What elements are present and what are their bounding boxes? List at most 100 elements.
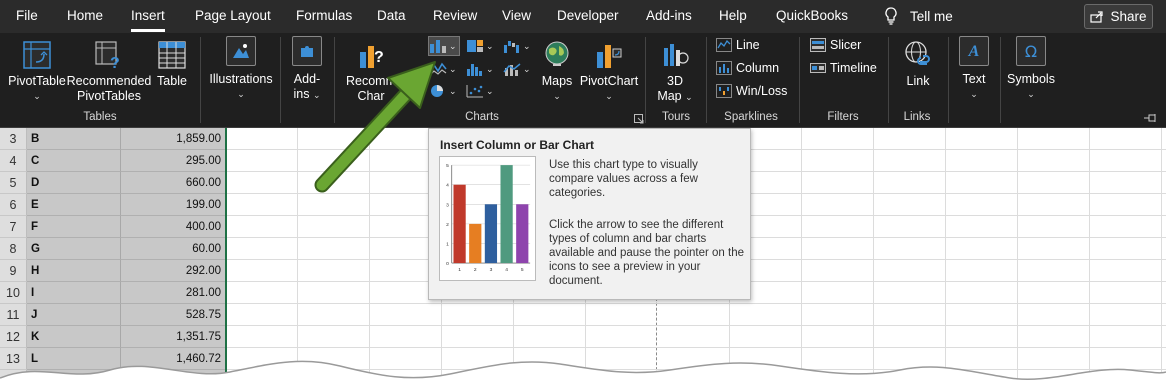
cell-label[interactable]: H bbox=[27, 260, 121, 282]
maps-label: Maps bbox=[541, 74, 573, 88]
cell-label[interactable]: K bbox=[27, 326, 121, 348]
share-label: Share bbox=[1110, 9, 1147, 24]
chevron-down-icon: ⌄ bbox=[33, 91, 41, 101]
row-header[interactable]: 10 bbox=[0, 282, 27, 304]
cell-value[interactable]: 295.00 bbox=[121, 150, 225, 172]
cell-value[interactable]: 199.00 bbox=[121, 194, 225, 216]
chevron-down-icon: ⌄ bbox=[970, 89, 978, 99]
tab-developer[interactable]: Developer bbox=[557, 8, 619, 23]
tab-review[interactable]: Review bbox=[433, 8, 477, 23]
cell-label[interactable]: C bbox=[27, 150, 121, 172]
tab-page-layout[interactable]: Page Layout bbox=[195, 8, 271, 23]
cell-label[interactable]: J bbox=[27, 304, 121, 326]
sparkline-winloss-button[interactable]: Win/Loss bbox=[716, 84, 787, 98]
chevron-down-icon: ⌄ bbox=[523, 63, 531, 74]
3d-map-line2: Map ⌄ bbox=[657, 89, 693, 103]
cell-label[interactable]: B bbox=[27, 128, 121, 150]
row-header[interactable]: 4 bbox=[0, 150, 27, 172]
3d-map-icon bbox=[664, 44, 689, 66]
group-label-links: Links bbox=[903, 111, 931, 123]
row-header[interactable]: 6 bbox=[0, 194, 27, 216]
ribbon: PivotTable ⌄ ? Recommended PivotTables T… bbox=[0, 33, 1166, 128]
tab-quickbooks[interactable]: QuickBooks bbox=[776, 8, 848, 23]
cell-value[interactable]: 660.00 bbox=[121, 172, 225, 194]
tab-formulas[interactable]: Formulas bbox=[296, 8, 352, 23]
bar bbox=[469, 223, 482, 264]
row-header[interactable]: 7 bbox=[0, 216, 27, 238]
y-tick-label: 0 bbox=[446, 261, 449, 267]
row-header[interactable]: 11 bbox=[0, 304, 27, 326]
row-header[interactable]: 5 bbox=[0, 172, 27, 194]
sparkline-column-button[interactable]: Column bbox=[716, 61, 779, 75]
recommended-pivot-icon: ? bbox=[95, 41, 120, 70]
combo-chart-icon bbox=[503, 63, 521, 76]
cell-value[interactable]: 1,351.75 bbox=[121, 326, 225, 348]
tab-view[interactable]: View bbox=[502, 8, 531, 23]
cell-value[interactable]: 1,859.00 bbox=[121, 128, 225, 150]
cell-value[interactable]: 281.00 bbox=[121, 282, 225, 304]
scatter-chart-button[interactable]: ⌄ bbox=[466, 82, 496, 100]
waterfall-chart-button[interactable]: ⌄ bbox=[503, 37, 533, 55]
hierarchy-chart-button[interactable]: ⌄ bbox=[466, 37, 496, 55]
slicer-icon bbox=[810, 38, 826, 52]
link-label: Link bbox=[906, 74, 930, 88]
cell-label[interactable]: D bbox=[27, 172, 121, 194]
row-header[interactable]: 8 bbox=[0, 238, 27, 260]
maps-button[interactable]: Maps ⌄ bbox=[536, 40, 578, 104]
tab-addins[interactable]: Add-ins bbox=[646, 8, 692, 23]
y-tick-label: 2 bbox=[446, 222, 449, 228]
pivot-chart-icon bbox=[597, 45, 622, 68]
chevron-down-icon: ⌄ bbox=[449, 85, 457, 96]
row-header[interactable]: 9 bbox=[0, 260, 27, 282]
cell-label[interactable]: E bbox=[27, 194, 121, 216]
illustrations-button[interactable]: Illustrations ⌄ bbox=[208, 36, 274, 102]
statistic-chart-button[interactable]: ⌄ bbox=[466, 60, 496, 78]
table-button[interactable]: Table bbox=[152, 40, 192, 89]
cell-value[interactable]: 400.00 bbox=[121, 216, 225, 238]
cell-value[interactable]: 528.75 bbox=[121, 304, 225, 326]
lightbulb-icon bbox=[885, 7, 897, 25]
selection-border bbox=[225, 128, 227, 390]
group-divider bbox=[1000, 37, 1001, 123]
share-button[interactable]: Share bbox=[1084, 4, 1153, 29]
tell-me-search[interactable]: Tell me bbox=[884, 7, 953, 25]
pivot-chart-label: PivotChart bbox=[579, 74, 639, 88]
dialog-launcher-icon[interactable] bbox=[634, 114, 644, 124]
3d-map-button[interactable]: 3D Map ⌄ bbox=[652, 40, 698, 105]
combo-chart-button[interactable]: ⌄ bbox=[503, 60, 533, 78]
chevron-down-icon: ⌄ bbox=[486, 40, 494, 51]
timeline-button[interactable]: Timeline bbox=[810, 61, 877, 75]
pivot-table-button[interactable]: PivotTable ⌄ bbox=[6, 40, 68, 104]
tab-data[interactable]: Data bbox=[377, 8, 406, 23]
cell-value[interactable]: 60.00 bbox=[121, 238, 225, 260]
pivot-chart-button[interactable]: PivotChart ⌄ bbox=[578, 40, 640, 104]
histogram-chart-icon bbox=[467, 64, 482, 76]
tab-file[interactable]: File bbox=[16, 8, 38, 23]
sparkline-line-button[interactable]: Line bbox=[716, 38, 760, 52]
group-divider bbox=[799, 37, 800, 123]
text-button[interactable]: A Text ⌄ bbox=[954, 36, 994, 102]
tab-home[interactable]: Home bbox=[67, 8, 103, 23]
timeline-label: Timeline bbox=[830, 61, 877, 75]
gridline bbox=[226, 347, 1166, 348]
link-button[interactable]: Link bbox=[896, 40, 940, 89]
chevron-down-icon: ⌄ bbox=[1027, 89, 1035, 99]
group-divider bbox=[645, 37, 646, 123]
cell-label[interactable]: I bbox=[27, 282, 121, 304]
row-header[interactable]: 12 bbox=[0, 326, 27, 348]
tab-insert[interactable]: Insert bbox=[131, 8, 165, 32]
symbols-button[interactable]: Ω Symbols ⌄ bbox=[1004, 36, 1058, 102]
recommended-pivottables-button[interactable]: ? Recommended PivotTables bbox=[66, 40, 152, 104]
cell-label[interactable]: F bbox=[27, 216, 121, 238]
chevron-down-icon: ⌄ bbox=[486, 63, 494, 74]
cell-label[interactable]: G bbox=[27, 238, 121, 260]
row-header[interactable]: 3 bbox=[0, 128, 27, 150]
group-divider bbox=[888, 37, 889, 123]
cell-value[interactable]: 292.00 bbox=[121, 260, 225, 282]
pin-ribbon-icon[interactable] bbox=[1143, 113, 1159, 123]
table-label: Table bbox=[157, 74, 187, 88]
tab-help[interactable]: Help bbox=[719, 8, 747, 23]
illustrations-label: Illustrations bbox=[209, 72, 273, 86]
slicer-button[interactable]: Slicer bbox=[810, 38, 861, 52]
3d-map-line1: 3D bbox=[667, 74, 683, 88]
